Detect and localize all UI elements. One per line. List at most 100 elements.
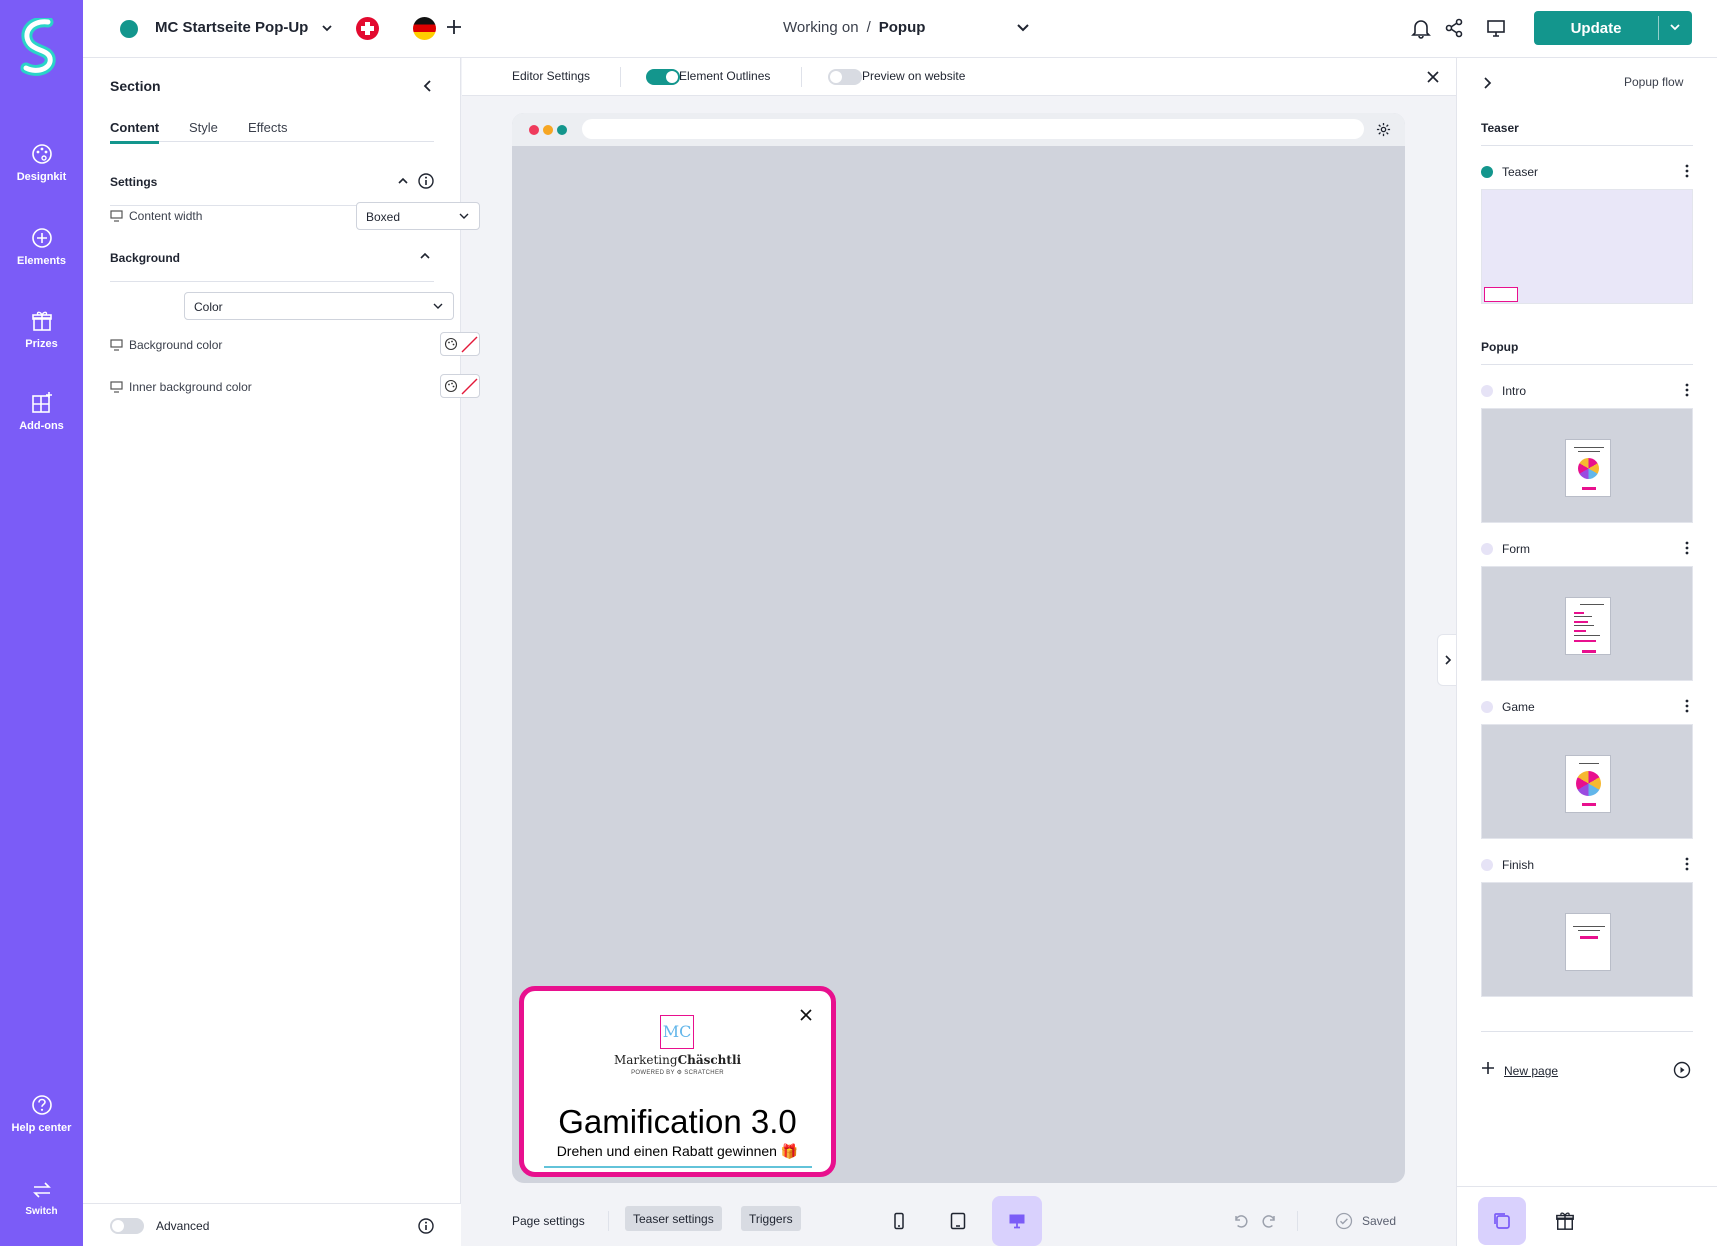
- editor-settings-button[interactable]: Editor Settings: [512, 69, 590, 83]
- app-logo[interactable]: [18, 18, 64, 78]
- bell-icon[interactable]: [1410, 17, 1432, 39]
- toolbar-divider: [608, 1211, 609, 1231]
- thumbnail-field: [1574, 640, 1596, 642]
- more-vertical-icon[interactable]: [1685, 857, 1689, 871]
- redo-icon[interactable]: [1262, 1213, 1278, 1229]
- chevron-right-icon: [1445, 655, 1452, 665]
- pages-icon: [1494, 1213, 1510, 1229]
- step-label: Game: [1502, 700, 1535, 714]
- no-color-icon: [461, 336, 478, 353]
- rail-switch[interactable]: Switch: [0, 1180, 83, 1217]
- background-type-select[interactable]: Color: [184, 292, 454, 320]
- undo-icon[interactable]: [1232, 1213, 1248, 1229]
- tab-style[interactable]: Style: [189, 120, 218, 141]
- more-vertical-icon[interactable]: [1685, 164, 1689, 178]
- thumbnail-text-line: [1574, 447, 1604, 448]
- thumbnail-teaser[interactable]: [1481, 189, 1693, 304]
- more-vertical-icon[interactable]: [1685, 383, 1689, 397]
- flag-switzerland-icon[interactable]: [356, 17, 379, 40]
- thumbnail-text-line: [1574, 635, 1600, 636]
- rail-elements[interactable]: Elements: [0, 227, 83, 267]
- browser-bar: [512, 113, 1405, 146]
- play-circle-icon[interactable]: [1673, 1061, 1691, 1079]
- more-vertical-icon[interactable]: [1685, 699, 1689, 713]
- teaser-popup[interactable]: MC MarketingChäschtli POWERED BY ⚙ SCRAT…: [519, 986, 836, 1177]
- close-icon[interactable]: [800, 1009, 812, 1021]
- inner-background-color-label: Inner background color: [129, 380, 252, 394]
- update-button-divider: [1658, 16, 1659, 40]
- share-icon[interactable]: [1443, 17, 1465, 39]
- triggers-button[interactable]: Triggers: [741, 1206, 801, 1231]
- chevron-up-icon[interactable]: [396, 174, 410, 188]
- page-settings-button[interactable]: Page settings: [512, 1214, 585, 1228]
- thumbnail-intro[interactable]: [1481, 408, 1693, 523]
- info-icon[interactable]: [418, 1218, 434, 1234]
- thumbnail-page-preview: [1565, 913, 1611, 971]
- chevron-down-icon: [459, 213, 469, 219]
- desktop-icon: [1009, 1214, 1025, 1229]
- advanced-label: Advanced: [156, 1219, 210, 1233]
- update-button[interactable]: Update: [1534, 11, 1692, 45]
- thumbnail-text-line: [1574, 625, 1594, 626]
- brand-logo: MC: [660, 1015, 694, 1049]
- chevron-down-icon[interactable]: [320, 21, 334, 35]
- device-mobile-button[interactable]: [874, 1196, 924, 1246]
- step-label: Teaser: [1502, 165, 1539, 179]
- flag-germany-icon[interactable]: [413, 17, 436, 40]
- element-outlines-toggle[interactable]: [646, 69, 680, 85]
- working-on-breadcrumb: Working on / Popup: [783, 19, 925, 36]
- window-dot-red: [529, 125, 539, 135]
- rail-help-center[interactable]: Help center: [0, 1094, 83, 1134]
- thumbnail-field: [1574, 621, 1588, 623]
- chevron-up-icon[interactable]: [418, 249, 432, 263]
- wheel-preview: [1578, 458, 1599, 479]
- tab-effects[interactable]: Effects: [248, 120, 288, 141]
- campaign-name[interactable]: MC Startseite Pop-Up: [155, 19, 308, 36]
- flow-divider: [1481, 1031, 1693, 1032]
- saved-status: Saved: [1362, 1214, 1397, 1228]
- add-language-icon[interactable]: [446, 19, 462, 35]
- thumbnail-finish[interactable]: [1481, 882, 1693, 997]
- gear-icon[interactable]: [1376, 122, 1391, 137]
- preview-on-website-toggle[interactable]: [828, 69, 862, 85]
- flow-panel-footer: [1457, 1186, 1717, 1246]
- check-circle-icon: [1335, 1212, 1353, 1230]
- desktop-preview-icon[interactable]: [1485, 17, 1507, 39]
- plus-circle-icon: [31, 228, 52, 248]
- teaser-settings-button[interactable]: Teaser settings: [625, 1206, 722, 1231]
- expand-right-panel-handle[interactable]: [1437, 634, 1457, 686]
- thumbnail-game[interactable]: [1481, 724, 1693, 839]
- desktop-icon: [110, 339, 123, 351]
- chevron-right-icon[interactable]: [1481, 76, 1493, 90]
- teaser-subtitle: Drehen und einen Rabatt gewinnen 🎁: [556, 1143, 799, 1159]
- info-icon[interactable]: [418, 173, 434, 189]
- tab-content[interactable]: Content: [110, 120, 160, 144]
- device-desktop-button[interactable]: [992, 1196, 1042, 1246]
- advanced-toggle[interactable]: [110, 1218, 144, 1234]
- prizes-tab[interactable]: [1541, 1197, 1589, 1245]
- powered-by-text: POWERED BY ⚙ SCRATCHER: [631, 1070, 724, 1076]
- rail-prizes[interactable]: Prizes: [0, 310, 83, 350]
- rail-add-ons[interactable]: Add-ons: [0, 392, 83, 432]
- thumbnail-button: [1582, 803, 1596, 806]
- chevron-down-icon[interactable]: [1015, 21, 1031, 35]
- content-width-select[interactable]: Boxed: [356, 202, 480, 230]
- rail-switch-label: Switch: [25, 1206, 58, 1217]
- more-vertical-icon[interactable]: [1685, 541, 1689, 555]
- device-tablet-button[interactable]: [933, 1196, 983, 1246]
- left-rail: Designkit Elements Prizes Add-ons Help c…: [0, 0, 83, 1246]
- pages-tab[interactable]: [1478, 1197, 1526, 1245]
- gift-icon: [1556, 1212, 1574, 1230]
- collapse-panel-icon[interactable]: [421, 78, 435, 94]
- inner-background-color-picker[interactable]: [440, 374, 480, 398]
- rail-designkit[interactable]: Designkit: [0, 143, 83, 183]
- step-status-dot: [1481, 166, 1493, 178]
- update-options-chevron-icon[interactable]: [1668, 22, 1682, 34]
- working-on-target[interactable]: Popup: [879, 19, 926, 36]
- close-icon[interactable]: [1426, 70, 1440, 84]
- background-color-picker[interactable]: [440, 332, 480, 356]
- background-section-header[interactable]: Background: [110, 251, 434, 282]
- wheel-preview: [1576, 771, 1601, 796]
- thumbnail-form[interactable]: [1481, 566, 1693, 681]
- help-icon: [31, 1095, 52, 1115]
